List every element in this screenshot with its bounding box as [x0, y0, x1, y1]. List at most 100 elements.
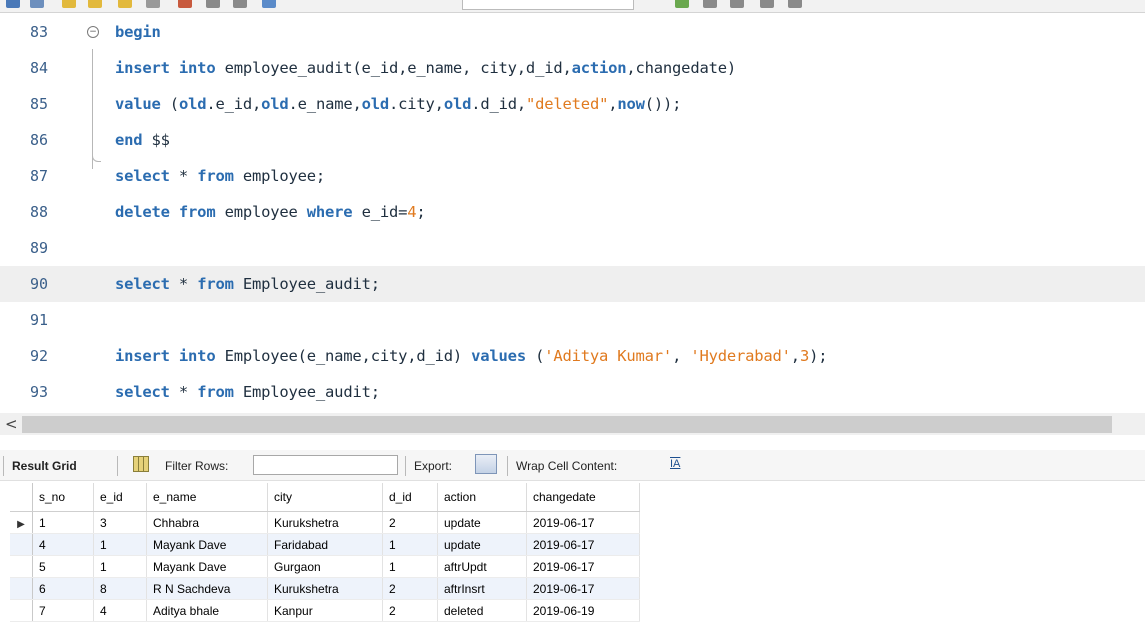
result-grid[interactable]: s_no e_id e_name city d_id action changedate ▶…	[10, 483, 640, 622]
table-cell[interactable]: 1	[382, 533, 438, 556]
table-cell[interactable]: Kurukshetra	[267, 511, 383, 534]
scroll-left-icon[interactable]: <	[5, 415, 18, 433]
code-token: Employee(e_name,city,d_id)	[215, 347, 472, 365]
toolbar-icon[interactable]	[760, 0, 774, 8]
table-row[interactable]: 68R N Sachdeva Kurukshetra 2 aftrInsrt 2019-…	[10, 577, 640, 600]
wrap-cell-label: Wrap Cell Content:	[516, 459, 618, 473]
sql-editor[interactable]: 93 select * from Employee_audit; 92 insert …	[0, 13, 1145, 410]
table-cell[interactable]: update	[437, 533, 527, 556]
table-cell[interactable]: 2019-06-17	[526, 555, 640, 578]
code-token: ());	[644, 95, 682, 113]
toolbar-icon[interactable]	[6, 0, 20, 8]
code-token: value	[115, 95, 161, 113]
column-header-city[interactable]: city	[267, 483, 383, 512]
toolbar-icon[interactable]	[118, 0, 132, 8]
table-cell[interactable]: 2019-06-19	[526, 599, 640, 622]
toolbar-icon[interactable]	[178, 0, 192, 8]
column-header-e_id[interactable]: e_id	[93, 483, 147, 512]
scrollbar-thumb[interactable]	[22, 416, 1112, 433]
table-row[interactable]: 7 4 Aditya bhale Kanpur 2 deleted 2019-06-19	[10, 599, 640, 622]
code-line[interactable]: 88 delete from employee where e_id=4;	[0, 194, 1145, 230]
code-line[interactable]: 85 value (old.e_id,old.e_name,old.city,ol…	[0, 86, 1145, 122]
row-header[interactable]	[10, 533, 33, 556]
row-header[interactable]	[10, 599, 33, 622]
table-cell[interactable]: deleted	[437, 599, 527, 622]
code-line[interactable]: 83 begin	[0, 14, 1145, 50]
table-cell[interactable]: Mayank Dave	[146, 555, 268, 578]
code-line[interactable]: 84 insert into employee_audit(e_id,e_name…	[0, 50, 1145, 86]
table-cell[interactable]: 1	[93, 533, 147, 556]
toolbar-icon[interactable]	[206, 0, 220, 8]
toolbar-icon[interactable]	[233, 0, 247, 8]
table-cell[interactable]: Kanpur	[267, 599, 383, 622]
code-token: Employee_audit;	[233, 383, 380, 401]
toolbar-icon[interactable]	[262, 0, 276, 8]
table-cell[interactable]: 2	[382, 577, 438, 600]
table-cell[interactable]: Gurgaon	[267, 555, 383, 578]
code-text: end $$	[115, 131, 170, 149]
table-cell[interactable]: 2	[382, 599, 438, 622]
table-cell[interactable]: 2019-06-17	[526, 511, 640, 534]
table-row[interactable]: 4 1 Mayank Dave Faridabad 1 update 2019-06-17	[10, 533, 640, 556]
table-cell[interactable]: 4	[32, 533, 94, 556]
export-icon[interactable]	[475, 454, 497, 474]
table-cell[interactable]: 1	[32, 511, 94, 534]
table-cell[interactable]: 4	[93, 599, 147, 622]
code-line[interactable]: 87 select * from employee;	[0, 158, 1145, 194]
toolbar-icon[interactable]	[703, 0, 717, 8]
table-cell[interactable]: 2	[382, 511, 438, 534]
toolbar-icon[interactable]	[788, 0, 802, 8]
table-cell[interactable]: aftrInsrt	[437, 577, 527, 600]
table-cell[interactable]: Chhabra	[146, 511, 268, 534]
code-line[interactable]: 93 select * from Employee_audit;	[0, 374, 1145, 410]
separator	[405, 456, 406, 476]
column-header-changedate[interactable]: changedate	[526, 483, 640, 512]
table-cell[interactable]: 2019-06-17	[526, 577, 640, 600]
table-cell[interactable]: 7	[32, 599, 94, 622]
table-cell[interactable]: 1	[382, 555, 438, 578]
table-cell[interactable]: aftrUpdt	[437, 555, 527, 578]
column-header-action[interactable]: action	[437, 483, 527, 512]
column-header-d_id[interactable]: d_id	[382, 483, 438, 512]
table-cell[interactable]: Mayank Dave	[146, 533, 268, 556]
fold-toggle-icon[interactable]: −	[87, 26, 99, 38]
code-token: 3	[799, 347, 810, 365]
code-line[interactable]: 92 insert into Employee(e_name,city,d_id)…	[0, 338, 1145, 374]
result-grid-tab[interactable]: Result Grid	[12, 459, 77, 473]
table-cell[interactable]: 8	[93, 577, 147, 600]
table-cell[interactable]: Faridabad	[267, 533, 383, 556]
table-cell[interactable]: 3	[93, 511, 147, 534]
code-line[interactable]: 90 select * from Employee_audit;	[0, 266, 1145, 302]
toolbar-icon[interactable]	[62, 0, 76, 8]
code-line[interactable]: 91	[0, 302, 1145, 338]
table-cell[interactable]: Kurukshetra	[267, 577, 383, 600]
toolbar-icon[interactable]	[30, 0, 44, 8]
grid-view-icon[interactable]	[133, 456, 149, 472]
table-row[interactable]: 5 1 Mayank Dave Gurgaon 1 aftrUpdt 2019-06-17	[10, 555, 640, 578]
column-header-e_name[interactable]: e_name	[146, 483, 268, 512]
row-header[interactable]	[10, 577, 33, 600]
toolbar-icon[interactable]	[675, 0, 689, 8]
column-header-s_no[interactable]: s_no	[32, 483, 94, 512]
table-row[interactable]: ▶ 1 3 Chhabra Kurukshetra 2 update 2019-06-17	[10, 511, 640, 534]
wrap-cell-icon[interactable]: IA	[670, 458, 680, 470]
table-cell[interactable]: update	[437, 511, 527, 534]
code-line[interactable]: 89	[0, 230, 1145, 266]
table-cell[interactable]: 6	[32, 577, 94, 600]
separator	[507, 456, 508, 476]
table-cell[interactable]: R N Sachdeva	[146, 577, 268, 600]
table-cell[interactable]: 5	[32, 555, 94, 578]
horizontal-scrollbar[interactable]: <	[0, 413, 1145, 435]
toolbar-icon[interactable]	[730, 0, 744, 8]
filter-rows-input[interactable]	[253, 455, 398, 475]
table-cell[interactable]: 1	[93, 555, 147, 578]
toolbar-icon[interactable]	[88, 0, 102, 8]
toolbar-icon[interactable]	[146, 0, 160, 8]
limit-rows-select[interactable]	[462, 0, 634, 10]
row-header[interactable]	[10, 555, 33, 578]
code-text: begin	[115, 23, 161, 41]
table-cell[interactable]: Aditya bhale	[146, 599, 268, 622]
row-header[interactable]: ▶	[10, 511, 33, 534]
code-line[interactable]: 86 end $$	[0, 122, 1145, 158]
table-cell[interactable]: 2019-06-17	[526, 533, 640, 556]
